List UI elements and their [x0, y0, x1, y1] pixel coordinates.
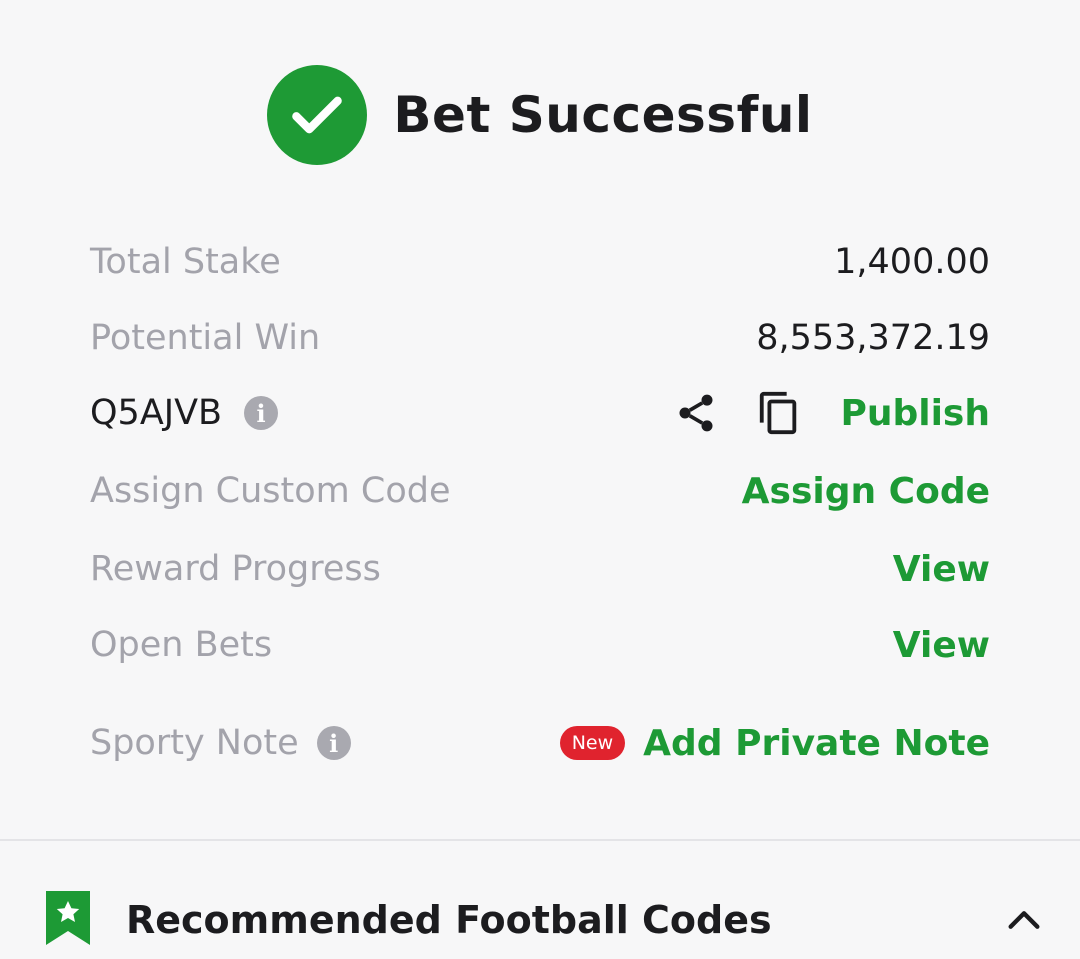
publish-button[interactable]: Publish	[840, 393, 990, 434]
bookmark-star-icon	[44, 889, 92, 951]
add-private-note-button[interactable]: Add Private Note	[643, 723, 990, 764]
recommended-codes-header[interactable]: Recommended Football Codes	[44, 888, 1044, 952]
chevron-up-icon[interactable]	[1004, 900, 1044, 940]
sporty-note-row: Sporty Note i New Add Private Note	[90, 713, 990, 773]
booking-code-row: Q5AJVB i Publish	[90, 383, 990, 443]
open-bets-row: Open Bets View	[90, 615, 990, 675]
potential-win-value: 8,553,372.19	[756, 318, 990, 358]
open-bets-label: Open Bets	[90, 625, 273, 665]
assign-code-button[interactable]: Assign Code	[742, 471, 990, 512]
sporty-note-label: Sporty Note	[90, 723, 299, 763]
new-badge: New	[559, 726, 626, 760]
custom-code-label: Assign Custom Code	[90, 471, 451, 511]
note-actions: New Add Private Note	[559, 723, 990, 764]
booking-actions: Publish	[674, 388, 990, 438]
potential-win-label: Potential Win	[90, 318, 321, 358]
check-circle-icon	[267, 65, 368, 165]
custom-code-row: Assign Custom Code Assign Code	[90, 461, 990, 521]
info-icon[interactable]: i	[244, 396, 279, 430]
reward-view-button[interactable]: View	[893, 549, 990, 590]
recommended-title-group: Recommended Football Codes	[44, 889, 772, 951]
info-icon[interactable]: i	[316, 726, 351, 760]
reward-progress-row: Reward Progress View	[90, 539, 990, 599]
share-icon[interactable]	[674, 391, 718, 435]
recommended-title: Recommended Football Codes	[126, 898, 772, 942]
copy-icon[interactable]	[756, 388, 802, 438]
total-stake-label: Total Stake	[90, 242, 281, 282]
total-stake-row: Total Stake 1,400.00	[90, 232, 990, 292]
open-bets-view-button[interactable]: View	[893, 625, 990, 666]
bet-success-header: Bet Successful	[0, 62, 1080, 168]
total-stake-value: 1,400.00	[834, 242, 990, 282]
potential-win-row: Potential Win 8,553,372.19	[90, 308, 990, 368]
booking-code-text: Q5AJVB	[90, 393, 223, 433]
booking-code: Q5AJVB i	[90, 393, 279, 433]
section-divider	[0, 839, 1080, 841]
page-title: Bet Successful	[393, 86, 813, 144]
reward-progress-label: Reward Progress	[90, 549, 381, 589]
sporty-note-label-group: Sporty Note i	[90, 723, 351, 763]
